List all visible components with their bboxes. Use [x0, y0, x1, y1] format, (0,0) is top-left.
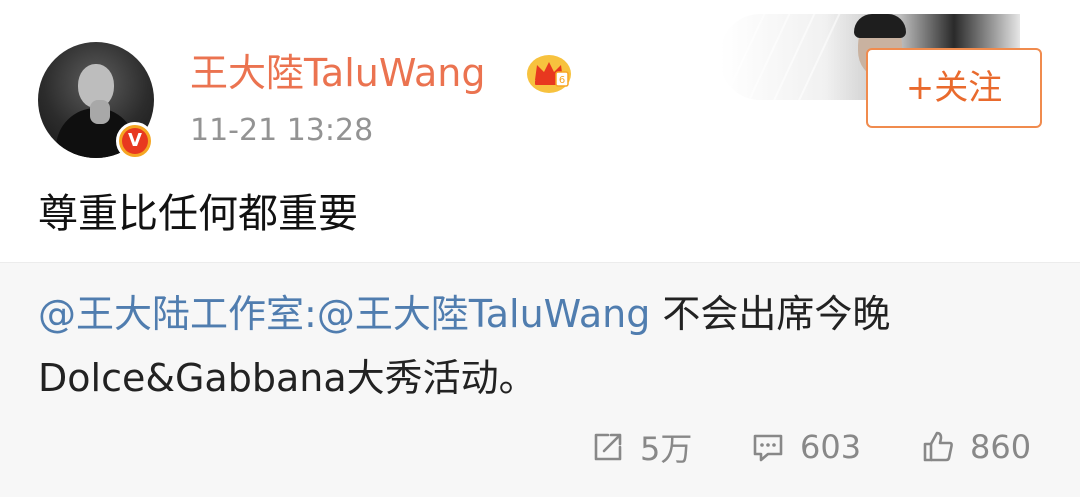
crown-icon[interactable]: 6	[526, 52, 572, 94]
banner-stripe	[789, 14, 843, 100]
svg-text:6: 6	[559, 75, 565, 86]
banner-hair	[854, 14, 906, 38]
mention-studio-link[interactable]: @王大陆工作室	[38, 292, 304, 336]
follow-button[interactable]: +关注	[866, 48, 1042, 128]
like-count: 860	[970, 428, 1032, 466]
repost-button[interactable]: 5万	[590, 420, 692, 474]
avatar-figure-hand	[90, 100, 110, 124]
repost-count: 5万	[640, 430, 693, 468]
username[interactable]: 王大陸TaluWang	[190, 50, 485, 96]
like-button[interactable]: 860	[920, 420, 1031, 474]
verified-icon-mark: V	[122, 128, 148, 154]
repost-text-line-1: @王大陆工作室:@王大陸TaluWang 不会出席今晚	[38, 288, 890, 340]
repost-text-rest: 不会出席今晚	[650, 292, 891, 336]
banner-stripe	[764, 14, 818, 100]
comment-count: 603	[800, 428, 862, 466]
repost-text-line-2: Dolce&Gabbana大秀活动。	[38, 356, 537, 400]
comment-button[interactable]: 603	[750, 420, 861, 474]
like-icon	[923, 431, 953, 462]
post-timestamp: 11-21 13:28	[190, 113, 374, 148]
mention-user-link[interactable]: @王大陸TaluWang	[317, 292, 650, 336]
repost-icon	[594, 433, 622, 461]
post-text: 尊重比任何都重要	[38, 191, 358, 237]
verified-icon: V	[116, 122, 154, 160]
mention-separator: :	[304, 292, 317, 336]
comment-icon	[753, 434, 783, 462]
banner-stripe	[739, 14, 793, 100]
